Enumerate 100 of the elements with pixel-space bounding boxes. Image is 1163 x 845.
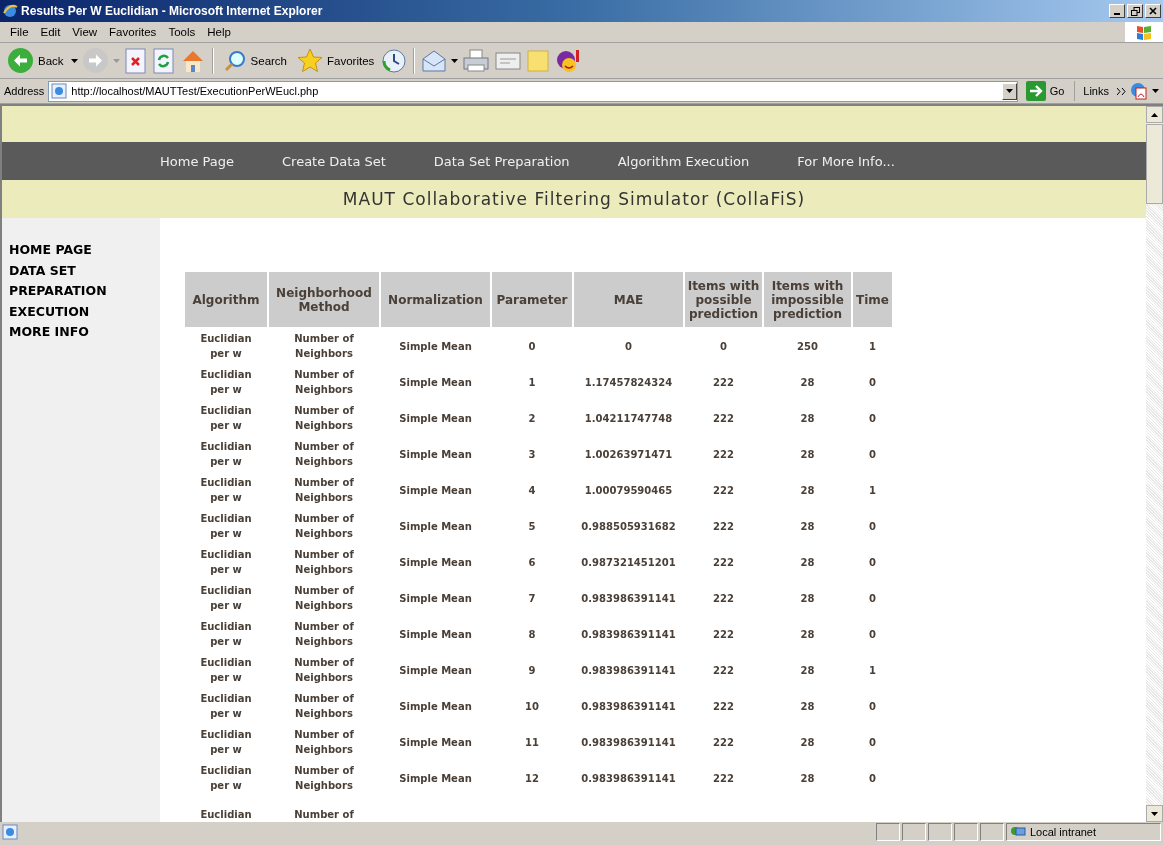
menu-item[interactable]: View: [66, 26, 104, 38]
table-cell-text: Euclidian per w: [199, 368, 253, 397]
table-cell-text: 1.00079590465: [583, 483, 674, 498]
restore-button[interactable]: [1127, 4, 1143, 18]
table-cell-text: 0: [719, 339, 728, 354]
pdf-icon[interactable]: [1130, 82, 1148, 100]
table-cell-text: 222: [712, 519, 735, 534]
dropdown-button[interactable]: [1001, 82, 1017, 100]
table-cell-text: Simple Mean: [398, 411, 473, 426]
menu-item[interactable]: Tools: [162, 26, 202, 38]
favorites-button[interactable]: Favorites: [294, 46, 378, 75]
refresh-icon[interactable]: [151, 47, 176, 74]
table-cell-text: 10: [524, 699, 540, 714]
sidebar-link[interactable]: HOME PAGE: [9, 240, 119, 261]
menu-item[interactable]: Help: [201, 26, 237, 38]
dropdown-arrow-icon: [1005, 89, 1013, 93]
nav-link[interactable]: Algorithm Execution: [617, 153, 750, 169]
table-cell-text: 222: [712, 411, 735, 426]
table-cell-text: Number of Neighbors: [293, 620, 355, 649]
nav-link[interactable]: For More Info...: [797, 153, 895, 169]
table-cell-text: 5: [527, 519, 537, 534]
table-cell-text: Number of Neighbors: [293, 404, 355, 433]
table-cell-text: 0.988505931682: [580, 519, 677, 534]
column-header: Parameter: [492, 272, 572, 327]
page-icon: [51, 83, 68, 99]
scroll-thumb[interactable]: [1146, 124, 1163, 204]
table-cell-text: 0: [868, 591, 877, 606]
table-cell-text: Number of Neighbors: [293, 692, 355, 721]
table-cell-text: Euclidian per w: [199, 332, 253, 361]
table-cell-text: 0.983986391141: [580, 627, 677, 642]
table-cell-text: 28: [799, 483, 816, 498]
sidebar-link[interactable]: EXECUTION: [9, 301, 119, 322]
search-icon: [222, 48, 247, 73]
table-cell-text: 222: [712, 771, 735, 786]
table-cell-text: 0: [868, 555, 877, 570]
window-title: Results Per W Euclidian - Microsoft Internet Explorer: [21, 4, 324, 18]
go-button[interactable]: Go: [1021, 81, 1076, 101]
back-button[interactable]: Back: [4, 45, 67, 76]
scroll-down-button[interactable]: [1146, 805, 1163, 822]
table-cell-text: 222: [712, 663, 735, 678]
table-cell-text: 0: [527, 339, 537, 354]
table-cell-text: 28: [799, 627, 816, 642]
table-cell-text: 222: [712, 447, 735, 462]
table-cell-text: 28: [799, 447, 816, 462]
table-cell-text: Number of Neighbors: [293, 368, 355, 397]
sidebar-link[interactable]: DATA SET PREPARATION: [9, 260, 119, 302]
table-cell-text: Euclidian per w: [199, 692, 253, 721]
nav-link[interactable]: Create Data Set: [282, 153, 386, 169]
close-button[interactable]: [1145, 4, 1161, 18]
table-cell-text: 12: [524, 771, 540, 786]
table-cell-text: 0: [868, 771, 877, 786]
column-header: MAE: [574, 272, 683, 327]
table-cell-text: Simple Mean: [398, 627, 473, 642]
table-cell-text: 222: [712, 735, 735, 750]
table-cell-text: Number of Neighbors: [293, 476, 355, 505]
table-cell-text: 0.983986391141: [580, 591, 677, 606]
table-cell-text: Euclidian per w: [199, 584, 253, 613]
search-button[interactable]: Search: [219, 46, 290, 75]
table-cell-text: 0: [868, 627, 877, 642]
table-cell-text: Euclidian per w: [199, 764, 253, 793]
menu-item[interactable]: Favorites: [103, 26, 163, 38]
menu-item[interactable]: File: [4, 26, 35, 38]
table-cell-text: 222: [712, 699, 735, 714]
stop-icon[interactable]: [123, 47, 148, 74]
table-cell-text: 0: [868, 411, 877, 426]
chevron-icon[interactable]: [1117, 87, 1126, 95]
table-cell-text: 3: [527, 447, 537, 462]
table-cell-text: Simple Mean: [398, 591, 473, 606]
column-header: Time: [853, 272, 892, 327]
table-cell-text: 28: [799, 519, 816, 534]
table-cell-text: Simple Mean: [398, 483, 473, 498]
column-header: Items with impossible prediction: [764, 272, 851, 327]
table-cell-text: Simple Mean: [398, 771, 473, 786]
table-cell-text: Euclidian per w: [199, 404, 253, 433]
scroll-up-button[interactable]: [1146, 106, 1163, 123]
table-cell-text: 8: [527, 627, 537, 642]
nav-link[interactable]: Data Set Preparation: [433, 153, 570, 169]
minimize-button[interactable]: [1109, 4, 1125, 18]
table-cell-text: 1: [868, 339, 877, 354]
nav-link[interactable]: Home Page: [160, 153, 234, 169]
dropdown-arrow-icon[interactable]: [70, 58, 78, 63]
page-icon: [2, 824, 18, 840]
scroll-down-icon: [1151, 811, 1158, 816]
table-cell-text: 0.983986391141: [580, 699, 677, 714]
table-cell-text: 11: [524, 735, 540, 750]
history-icon[interactable]: [381, 47, 408, 74]
table-cell-text: 28: [799, 699, 816, 714]
dropdown-arrow-icon[interactable]: [451, 58, 459, 63]
dropdown-arrow-icon[interactable]: [1152, 89, 1159, 93]
column-header: Items with possible prediction: [685, 272, 762, 327]
sidebar-link[interactable]: MORE INFO: [9, 322, 119, 343]
address-field[interactable]: http://localhost/MAUTTest/ExecutionPerWEucl.php: [48, 80, 1018, 102]
table-cell-text: Number of Neighbors: [293, 728, 355, 757]
table-cell-text: Number of Neighbors: [293, 548, 355, 577]
table-cell-text: Euclidian per w: [199, 620, 253, 649]
links-button[interactable]: Links: [1079, 85, 1113, 97]
menu-item[interactable]: Edit: [34, 26, 67, 38]
table-cell-text: Simple Mean: [398, 555, 473, 570]
table-cell-text: 1.17457824324: [583, 375, 674, 390]
table-cell-text: 28: [799, 375, 816, 390]
